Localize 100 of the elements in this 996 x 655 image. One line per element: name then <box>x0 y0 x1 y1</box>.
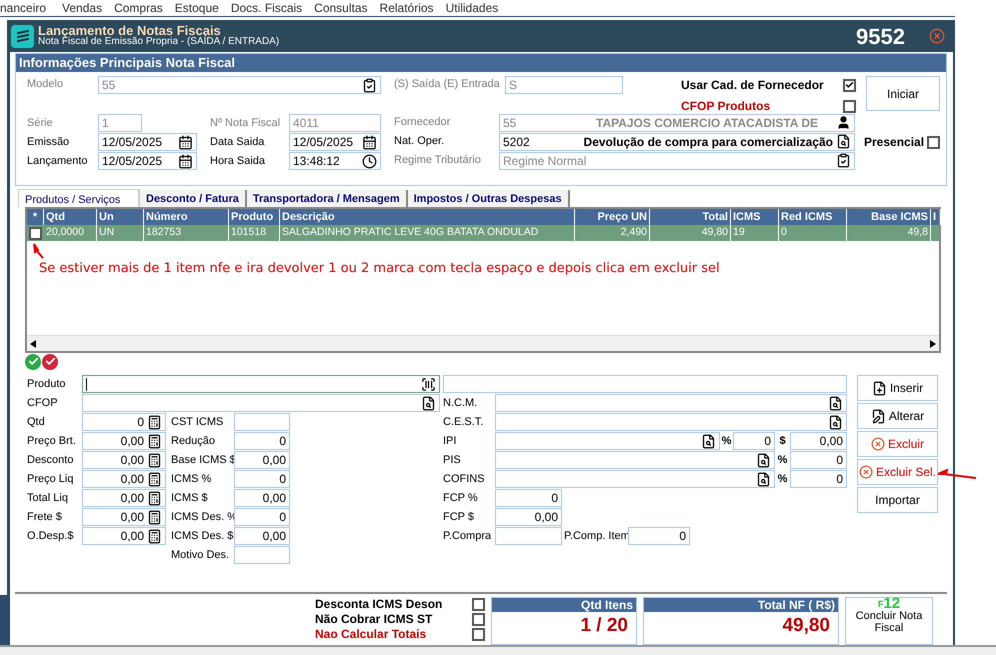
calculator-icon[interactable] <box>147 528 162 544</box>
input-field[interactable]: 0,00 <box>82 489 166 507</box>
tab[interactable]: Produtos / Serviços <box>18 189 140 207</box>
tab[interactable]: Desconto / Fatura <box>140 190 247 207</box>
clock-icon[interactable] <box>362 154 377 168</box>
input-field[interactable] <box>495 451 775 469</box>
input-field[interactable]: 12/05/2025 <box>98 133 197 151</box>
action-button[interactable]: Excluir Sel. <box>857 459 938 485</box>
tab[interactable]: Transportadora / Mensagem <box>246 190 408 207</box>
calculator-icon[interactable] <box>147 434 162 448</box>
background-window-edge <box>0 595 7 645</box>
input-field[interactable] <box>234 413 290 431</box>
menu-item[interactable]: Consultas <box>308 0 374 17</box>
search-icon[interactable] <box>756 452 771 468</box>
input-field[interactable]: 0 <box>234 470 290 488</box>
menu-item[interactable]: Vendas <box>56 0 108 17</box>
menu-item[interactable]: Relatórios <box>374 0 440 17</box>
input-field[interactable]: 0,00 <box>82 508 166 526</box>
checkbox[interactable] <box>29 226 42 240</box>
calculator-icon[interactable] <box>147 510 162 524</box>
close-icon[interactable] <box>929 28 945 44</box>
input-field[interactable]: 0,00 <box>234 451 290 469</box>
horizontal-scrollbar[interactable] <box>27 335 939 351</box>
input-field[interactable]: 13:48:12 <box>289 152 381 170</box>
checkbox[interactable] <box>472 628 485 641</box>
field-label: Hora Saida <box>210 154 266 169</box>
checkbox[interactable] <box>927 136 940 148</box>
conclude-button[interactable]: F12 Concluir Nota Fiscal <box>845 597 933 645</box>
input-field[interactable]: 12/05/2025 <box>289 133 381 151</box>
person-icon[interactable] <box>836 115 851 130</box>
unit-label: % <box>776 452 788 468</box>
input-field[interactable] <box>495 527 562 545</box>
window-subtitle: Nota Fiscal de Emissão Propria - (SAÍDA / ENTRADA) <box>38 36 280 47</box>
calendar-icon[interactable] <box>178 134 193 150</box>
search-icon[interactable] <box>828 396 843 410</box>
menu-item[interactable]: Estoque <box>168 0 225 17</box>
input-field[interactable] <box>82 394 440 412</box>
menu-item[interactable]: Compras <box>108 0 169 17</box>
barcode-scanner-icon[interactable] <box>421 376 436 392</box>
input-field[interactable]: 0 <box>790 470 847 488</box>
calculator-icon[interactable] <box>147 452 162 468</box>
menu-item[interactable]: nanceiro <box>0 0 56 17</box>
input-field[interactable]: 0,00 <box>790 432 847 450</box>
action-button[interactable]: Inserir <box>857 375 938 401</box>
clipboard-icon[interactable] <box>362 78 377 92</box>
window-title: Lançamento de Notas Fiscais <box>38 25 222 36</box>
input-field[interactable]: 0,00 <box>495 508 562 526</box>
checkbox[interactable] <box>472 598 485 611</box>
search-icon[interactable] <box>701 434 716 448</box>
input-field[interactable]: 0,00 <box>234 489 290 507</box>
calculator-icon[interactable] <box>147 490 162 506</box>
input-field[interactable]: 0 <box>495 489 562 507</box>
input-field[interactable] <box>234 546 290 564</box>
menu-item[interactable]: Utilidades <box>440 0 504 17</box>
input-field[interactable] <box>443 375 847 393</box>
checkbox[interactable] <box>472 613 485 626</box>
calculator-icon[interactable] <box>147 472 162 486</box>
input-field[interactable]: 0,00 <box>82 451 166 469</box>
input-field[interactable]: 0 <box>790 451 847 469</box>
field-label: Modelo <box>27 77 64 92</box>
checkbox[interactable] <box>843 78 856 92</box>
input-field[interactable] <box>82 375 440 393</box>
start-button[interactable]: Iniciar <box>866 76 940 111</box>
section-header: Informações Principais Nota Fiscal <box>16 54 946 72</box>
input-field[interactable] <box>495 432 720 450</box>
calculator-icon[interactable] <box>147 414 162 430</box>
menu-item[interactable]: Docs. Fiscais <box>224 0 308 17</box>
input-field[interactable]: 0 <box>234 432 290 450</box>
calendar-icon[interactable] <box>178 154 193 168</box>
clipboard-icon[interactable] <box>836 153 851 168</box>
field-label: Não Cobrar ICMS ST <box>315 612 432 627</box>
calendar-icon[interactable] <box>362 134 377 150</box>
input-field[interactable]: 0,00 <box>82 432 166 450</box>
scroll-right-icon[interactable] <box>930 340 936 348</box>
input-field[interactable] <box>495 470 775 488</box>
action-button[interactable]: Excluir <box>857 431 938 457</box>
field-label: Preço Brt. <box>27 434 77 449</box>
checkbox[interactable] <box>843 100 856 112</box>
input-field[interactable]: 5202 Devolução de compra para comercialização <box>499 132 855 150</box>
input-field[interactable]: 0 <box>733 432 775 450</box>
check-all-icon[interactable] <box>25 354 41 370</box>
action-button[interactable]: Importar <box>857 487 938 513</box>
scroll-left-icon[interactable] <box>30 340 36 348</box>
action-button[interactable]: Alterar <box>857 403 938 429</box>
input-field[interactable] <box>495 413 847 431</box>
search-icon[interactable] <box>828 414 843 430</box>
input-field[interactable]: 0 <box>234 508 290 526</box>
input-field[interactable]: 0,00 <box>234 527 290 545</box>
input-field[interactable]: 0 <box>628 527 690 545</box>
input-field[interactable] <box>495 394 847 412</box>
input-field[interactable]: 12/05/2025 <box>98 152 197 170</box>
uncheck-all-icon[interactable] <box>42 354 58 370</box>
search-icon[interactable] <box>421 396 436 410</box>
input-field[interactable]: 0 <box>82 413 166 431</box>
search-icon[interactable] <box>756 472 771 486</box>
search-icon[interactable] <box>836 134 851 149</box>
tab[interactable]: Impostos / Outras Despesas <box>408 190 570 207</box>
input-field[interactable]: 0,00 <box>82 470 166 488</box>
input-field[interactable]: 0,00 <box>82 527 166 545</box>
field-label: C.E.S.T. <box>443 414 484 430</box>
